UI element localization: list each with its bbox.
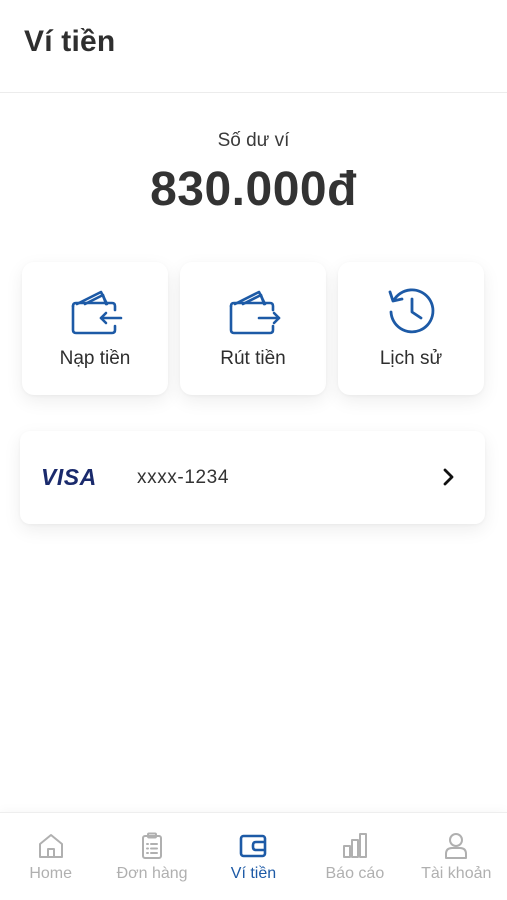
tab-home[interactable]: Home <box>0 813 101 900</box>
tab-home-label: Home <box>29 865 73 882</box>
tab-account[interactable]: Tài khoản <box>406 813 507 900</box>
wallet-screen: Ví tiền Số dư ví 830.000đ Nạp tiền Rút t… <box>0 0 507 900</box>
balance-amount: 830.000đ <box>150 163 357 216</box>
bar-chart-icon <box>342 833 367 858</box>
user-icon <box>445 833 468 859</box>
tab-reports[interactable]: Báo cáo <box>304 813 405 900</box>
bottom-tab-bar: Home Đơn hàng Ví tiền Báo cáo Tài khoản <box>0 812 507 900</box>
page-title: Ví tiền <box>24 25 116 58</box>
deposit-label: Nạp tiền <box>59 348 131 369</box>
withdraw-label: Rút tiền <box>220 348 286 369</box>
tab-orders[interactable]: Đơn hàng <box>101 813 202 900</box>
tab-reports-label: Báo cáo <box>325 865 385 882</box>
home-icon <box>38 834 63 858</box>
deposit-button[interactable]: Nạp tiền <box>22 262 168 395</box>
clipboard-icon <box>142 832 163 859</box>
balance-label: Số dư ví <box>217 130 290 151</box>
tab-wallet-label: Ví tiền <box>230 865 277 882</box>
history-label: Lịch sử <box>379 348 443 369</box>
wallet-icon <box>240 834 267 858</box>
wallet-out-icon <box>229 290 281 335</box>
history-button[interactable]: Lịch sử <box>338 262 484 395</box>
visa-logo: VISA <box>41 464 97 490</box>
tab-account-label: Tài khoản <box>421 865 492 882</box>
wallet-in-icon <box>71 290 123 335</box>
history-icon <box>388 288 435 334</box>
payment-card-item[interactable]: VISA xxxx-1234 <box>20 431 485 524</box>
tab-orders-label: Đơn hàng <box>116 865 188 882</box>
card-number: xxxx-1234 <box>137 466 229 488</box>
header: Ví tiền <box>0 0 507 93</box>
tab-wallet[interactable]: Ví tiền <box>203 813 304 900</box>
chevron-right-icon <box>443 468 454 486</box>
withdraw-button[interactable]: Rút tiền <box>180 262 326 395</box>
